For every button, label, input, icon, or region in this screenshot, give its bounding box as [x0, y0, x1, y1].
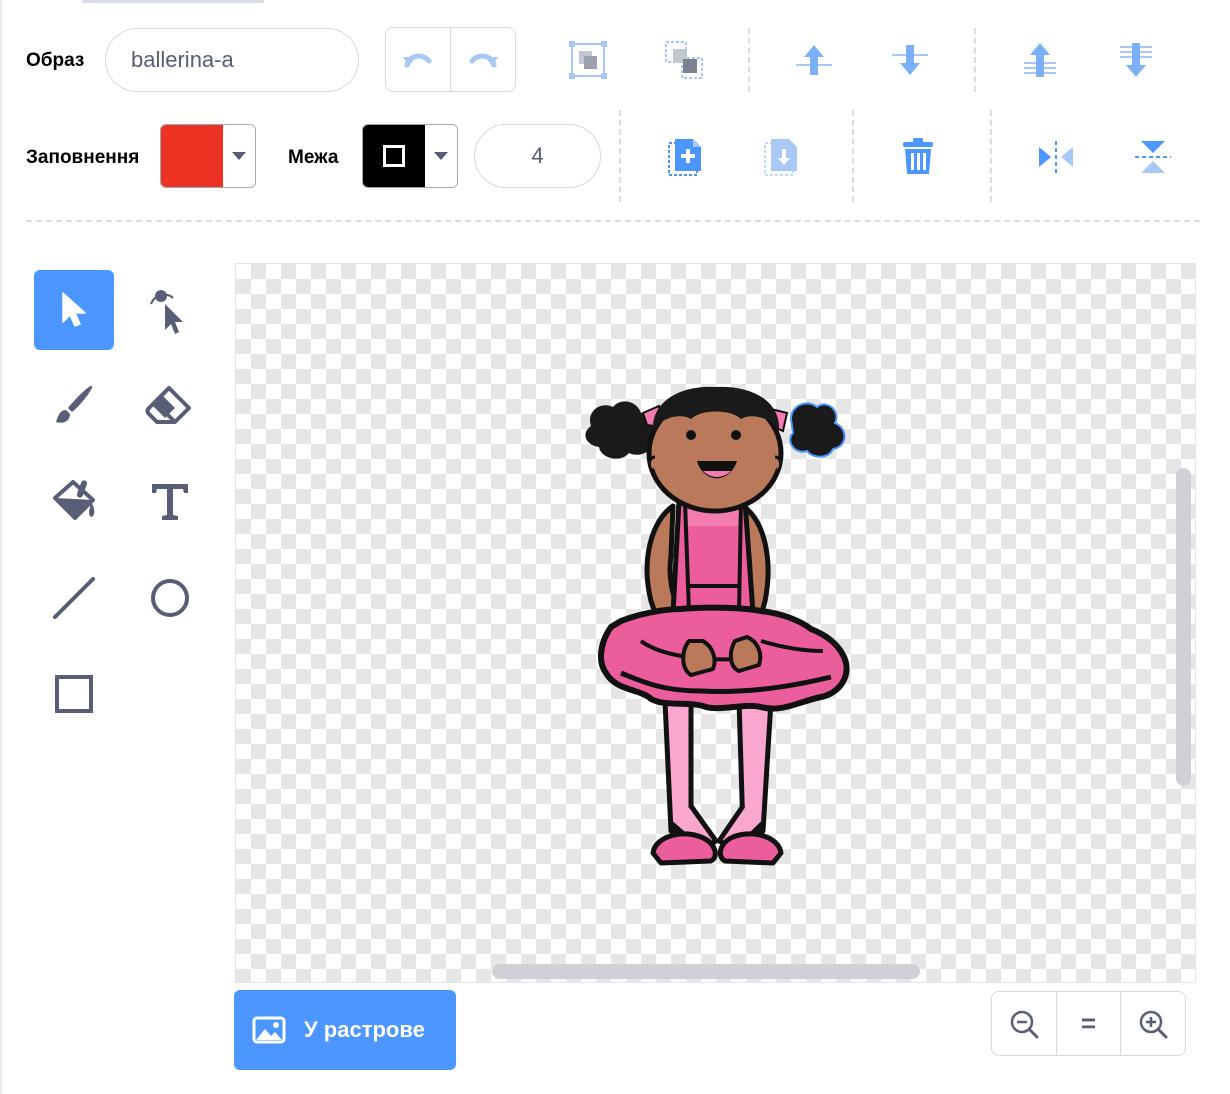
copy-icon [668, 139, 701, 176]
backward-button[interactable] [884, 35, 936, 85]
convert-to-bitmap-button[interactable]: У растрове [234, 990, 456, 1070]
circle-icon [151, 579, 189, 617]
fill-color-picker[interactable] [160, 124, 256, 188]
brush-tool[interactable] [34, 366, 114, 446]
flip-vertical-icon [1135, 141, 1171, 173]
zoom-in-icon [1139, 1010, 1168, 1038]
undo-redo-group [385, 27, 516, 92]
line-tool[interactable] [34, 558, 114, 638]
redo-button[interactable] [450, 28, 515, 91]
group-icon [569, 41, 607, 79]
circle-tool[interactable] [130, 558, 210, 638]
window-frame [0, 0, 2, 1094]
toolbar-divider [990, 110, 992, 202]
outline-label: Межа [288, 147, 339, 168]
eraser-tool[interactable] [130, 366, 210, 446]
select-tool[interactable] [34, 270, 114, 350]
toolbar-divider [748, 28, 750, 92]
eraser-icon [145, 386, 191, 424]
horizontal-scrollbar[interactable] [492, 964, 920, 979]
drawing-canvas[interactable] [235, 263, 1196, 983]
send-to-back-icon [1120, 43, 1152, 77]
paste-button[interactable] [756, 132, 806, 182]
costume-label: Образ [26, 50, 85, 71]
ungroup-button[interactable] [656, 35, 712, 85]
paint-bucket-icon [53, 480, 95, 520]
fill-color-swatch [161, 125, 223, 187]
arrow-down-icon [892, 45, 928, 75]
zoom-out-icon [1010, 1010, 1039, 1038]
toolbar-separator [26, 220, 1200, 222]
undo-button[interactable] [386, 28, 450, 91]
toolbar-divider [619, 110, 621, 202]
paste-icon [764, 139, 797, 176]
toolbar-divider [974, 28, 976, 92]
redo-icon [469, 53, 498, 67]
bring-to-front-icon [1024, 43, 1056, 77]
copy-button[interactable] [660, 132, 710, 182]
ballerina-costume[interactable] [236, 264, 1196, 983]
front-button[interactable] [1014, 35, 1066, 85]
arrow-pointer-icon [62, 292, 86, 327]
toolbar-divider [852, 110, 854, 202]
reshape-tool[interactable] [130, 270, 210, 350]
group-button[interactable] [560, 35, 616, 85]
flip-vertical-button[interactable] [1127, 132, 1179, 182]
zoom-reset-label: = [1080, 1008, 1097, 1038]
zoom-reset-button[interactable]: = [1055, 992, 1121, 1055]
outline-color-picker[interactable] [362, 124, 458, 188]
forward-button[interactable] [788, 35, 840, 85]
zoom-out-button[interactable] [992, 992, 1056, 1055]
flip-horizontal-icon [1039, 141, 1073, 173]
zoom-in-button[interactable] [1120, 992, 1185, 1055]
rectangle-tool[interactable] [34, 654, 114, 734]
chevron-down-icon [223, 125, 255, 187]
zoom-controls: = [991, 991, 1186, 1056]
reshape-icon [150, 290, 183, 334]
outline-color-swatch [363, 125, 425, 187]
arrow-up-icon [796, 45, 832, 75]
flip-horizontal-button[interactable] [1030, 132, 1082, 182]
costume-name-input[interactable]: ballerina-a [105, 28, 359, 92]
fill-label: Заповнення [26, 147, 140, 168]
rectangle-icon [55, 675, 93, 713]
text-tool[interactable] [130, 462, 210, 542]
convert-label: У растрове [304, 1017, 425, 1042]
delete-button[interactable] [893, 132, 943, 182]
text-icon [152, 484, 188, 520]
undo-icon [403, 53, 432, 67]
fill-tool[interactable] [34, 462, 114, 542]
vertical-scrollbar[interactable] [1176, 468, 1191, 786]
bitmap-icon [252, 1016, 286, 1044]
outline-width-input[interactable]: 4 [474, 124, 601, 188]
line-icon [53, 577, 95, 619]
trash-icon [903, 138, 933, 174]
tab-indicator [82, 0, 264, 3]
brush-icon [56, 385, 93, 423]
back-button[interactable] [1110, 35, 1162, 85]
ungroup-icon [665, 41, 703, 79]
chevron-down-icon [425, 125, 457, 187]
